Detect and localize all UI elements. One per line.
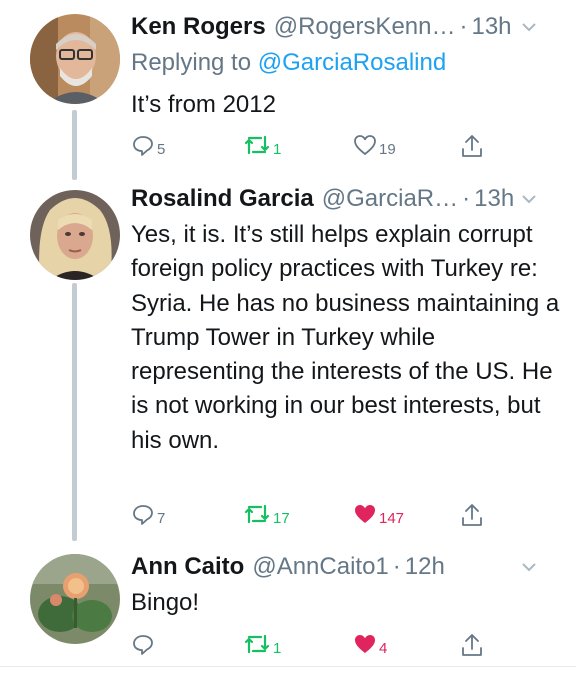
tweet-rosalind-garcia[interactable]: Rosalind Garcia @GarciaR… · 13h Yes, it … [0,180,576,540]
tweet-ann-caito[interactable]: Ann Caito @AnnCaito1 · 12h Bingo! 1 4 [0,540,576,674]
avatar[interactable] [30,554,120,644]
reply-icon [133,635,153,655]
share-button[interactable] [460,133,484,159]
reply-button[interactable]: 5 [131,133,165,157]
user-handle[interactable]: @GarciaR… [322,185,458,213]
like-button[interactable]: 19 [353,133,396,157]
avatar[interactable] [30,190,120,280]
share-icon [462,504,482,526]
timestamp[interactable]: 12h [405,553,445,581]
display-name[interactable]: Rosalind Garcia [131,185,314,213]
tweet-text: It’s from 2012 [131,91,276,118]
replying-to: Replying to @GarciaRosalind [131,49,447,76]
share-button[interactable] [460,502,484,528]
retweet-icon [244,504,270,524]
reply-handle-link[interactable]: @GarciaRosalind [258,49,446,76]
chevron-down-icon[interactable] [520,560,538,574]
user-handle[interactable]: @RogersKenn… [274,13,456,41]
chevron-down-icon[interactable] [520,192,538,206]
chevron-down-icon[interactable] [520,20,538,34]
tweet-text: Yes, it is. It’s still helps explain cor… [131,221,560,454]
retweet-button[interactable]: 1 [243,632,281,656]
reply-icon [133,505,153,525]
divider [0,666,576,667]
like-button[interactable]: 4 [353,632,387,656]
reply-button[interactable]: 7 [131,502,165,526]
timestamp[interactable]: 13h [474,185,514,213]
retweet-button[interactable]: 17 [243,502,290,526]
share-icon [462,135,482,157]
reply-button[interactable] [131,632,157,656]
tweet-text: Bingo! [131,589,200,616]
share-button[interactable] [460,632,484,658]
share-icon [462,634,482,656]
user-handle[interactable]: @AnnCaito1 [252,553,388,581]
heart-filled-icon [355,635,375,653]
retweet-button[interactable]: 1 [243,133,281,157]
tweet-ken-rogers[interactable]: Ken Rogers @RogersKenn… · 13h Replying t… [0,0,576,180]
heart-filled-icon [355,505,375,523]
retweet-icon [244,135,270,155]
retweet-icon [244,634,270,654]
reply-icon [133,136,153,156]
avatar[interactable] [30,14,120,104]
heart-icon [354,135,376,155]
display-name[interactable]: Ann Caito [131,553,244,581]
like-button[interactable]: 147 [353,502,404,526]
timestamp[interactable]: 13h [471,13,511,41]
display-name[interactable]: Ken Rogers [131,13,266,41]
